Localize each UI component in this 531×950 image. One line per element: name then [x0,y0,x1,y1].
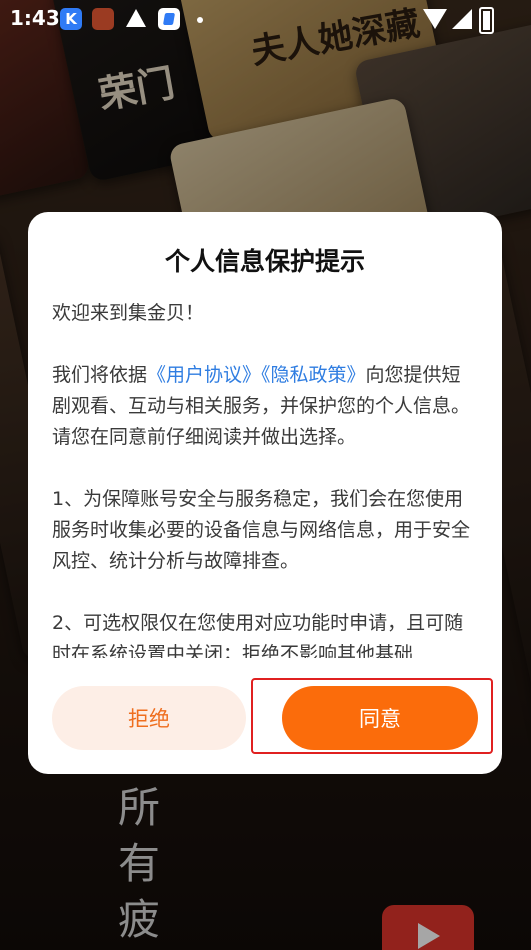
reject-button[interactable]: 拒绝 [52,686,246,750]
more-notifications-dot-icon [197,17,203,23]
privacy-policy-link[interactable]: 《隐私政策》 [261,364,366,386]
status-bar: 1:43 K [0,0,531,40]
signal-icon [452,9,472,29]
kwai-app-icon: K [60,8,82,30]
warning-icon [126,9,146,27]
dialog-title: 个人信息保护提示 [164,247,365,276]
item-2-text: 2、可选权限仅在您使用对应功能时申请，且可随时在系统设置中关闭；拒绝不影响其他基… [52,612,464,658]
battery-icon [479,7,494,34]
status-time: 1:43 [10,6,60,30]
wifi-icon [423,9,447,29]
app-notification-icon [92,8,114,30]
agree-button-highlight [251,678,493,754]
welcome-text: 欢迎来到集金贝！ [52,302,205,324]
dropbox-icon [158,8,180,30]
dialog-body[interactable]: 欢迎来到集金贝！ 我们将依据《用户协议》《隐私政策》向您提供短剧观看、互动与相关… [52,298,478,658]
intro-prefix: 我们将依据 [52,364,148,386]
intro-paragraph: 我们将依据《用户协议》《隐私政策》向您提供短剧观看、互动与相关服务，并保护您的个… [52,360,478,453]
user-agreement-link[interactable]: 《用户协议》 [147,364,261,386]
item-1-text: 1、为保障账号安全与服务稳定，我们会在您使用服务时收集必要的设备信息与网络信息，… [52,488,471,572]
